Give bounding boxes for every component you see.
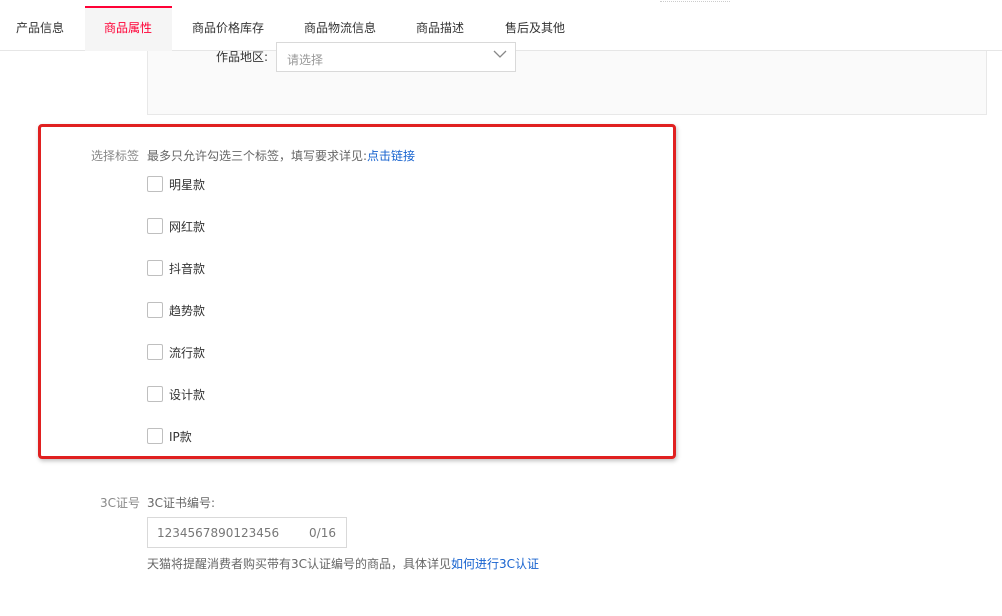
tab-price-stock[interactable]: 商品价格库存 (192, 6, 264, 51)
tab-product-info[interactable]: 产品信息 (16, 6, 64, 51)
cert-note: 天猫将提醒消费者购买带有3C认证编号的商品，具体详见如何进行3C认证 (147, 555, 539, 572)
cert-label: 3C证号 (100, 496, 141, 510)
region-select-placeholder: 请选择 (287, 53, 324, 67)
highlight-annotation-box (38, 124, 676, 459)
region-label: 作品地区: (216, 50, 269, 64)
cert-note-link[interactable]: 如何进行3C认证 (451, 557, 539, 571)
region-select[interactable]: 请选择 (276, 42, 516, 72)
cert-note-text: 天猫将提醒消费者购买带有3C认证编号的商品，具体详见 (147, 557, 452, 571)
top-divider (660, 1, 730, 3)
tab-product-attributes[interactable]: 商品属性 (85, 6, 172, 51)
cert-number-value: 1234567890123456 (157, 526, 280, 540)
chevron-down-icon (493, 50, 507, 58)
cert-number-input[interactable]: 1234567890123456 0/16 (147, 517, 347, 548)
cert-sub-label: 3C证书编号: (147, 496, 216, 510)
cert-char-counter: 0/16 (309, 526, 336, 540)
attribute-panel (147, 51, 987, 115)
